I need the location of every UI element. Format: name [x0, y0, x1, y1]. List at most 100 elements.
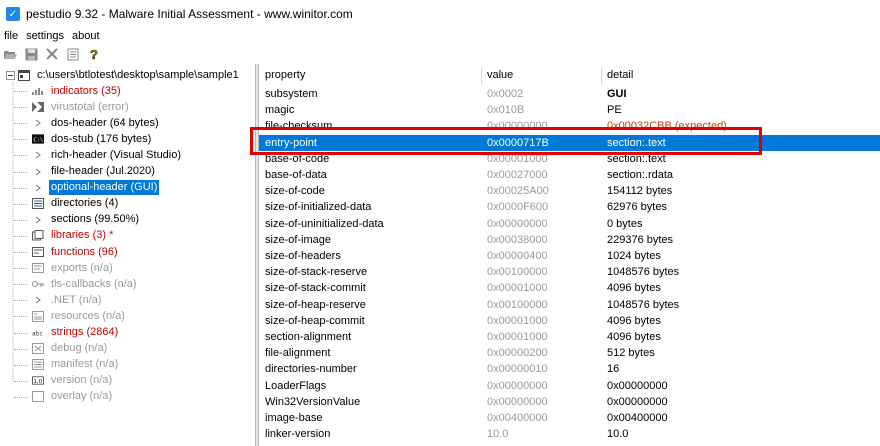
collapse-icon[interactable] — [4, 69, 16, 81]
table-row[interactable]: file-alignment 0x00000200 512 bytes — [259, 345, 880, 361]
title-bar: ✓ pestudio 9.32 - Malware Initial Assess… — [0, 0, 880, 28]
directories-icon — [32, 198, 44, 210]
overlay-icon — [32, 391, 44, 403]
tree-item[interactable]: rich-header (Visual Studio) — [14, 147, 183, 163]
expander-icon[interactable] — [32, 166, 44, 178]
cell-property: LoaderFlags — [265, 379, 327, 392]
svg-text:abc: abc — [32, 330, 43, 336]
tree-item[interactable]: tls-callbacks (n/a) — [14, 276, 139, 292]
tree-item[interactable]: exports (n/a) — [14, 260, 115, 276]
cell-property: size-of-heap-commit — [265, 314, 365, 327]
table-row[interactable]: Win32VersionValue 0x00000000 0x00000000 — [259, 394, 880, 410]
tree-root[interactable]: c:\users\btlotest\desktop\sample\sample1 — [4, 67, 241, 83]
tree-item[interactable]: debug (n/a) — [14, 341, 109, 357]
table-row[interactable]: size-of-stack-commit 0x00001000 4096 bytes — [259, 280, 880, 296]
tree-item[interactable]: abc strings (2864) — [14, 325, 120, 341]
tree-connector — [14, 348, 28, 350]
tree-item[interactable]: libraries (3) * — [14, 228, 115, 244]
table-row[interactable]: size-of-stack-reserve 0x00100000 1048576 b… — [259, 264, 880, 280]
cell-value: 0x00000000 — [487, 379, 548, 392]
cell-value: 0x00100000 — [487, 266, 548, 279]
cell-detail: 229376 bytes — [607, 233, 674, 246]
tree-item[interactable]: optional-header (GUI) — [14, 180, 160, 196]
table-row[interactable]: size-of-headers 0x00000400 1024 bytes — [259, 248, 880, 264]
cell-property: Win32VersionValue — [265, 395, 361, 408]
cell-value: 0x00000010 — [487, 363, 548, 376]
column-header-property[interactable]: property — [265, 64, 305, 86]
cell-property: size-of-initialized-data — [265, 201, 372, 214]
tree-pane: c:\users\btlotest\desktop\sample\sample1… — [0, 64, 256, 446]
tree-item[interactable]: sections (99.50%) — [14, 212, 141, 228]
cell-value: 0x00000200 — [487, 347, 548, 360]
table-row[interactable]: magic 0x010B PE — [259, 102, 880, 118]
list-icon[interactable] — [65, 46, 81, 62]
tree-item[interactable]: virustotal (error) — [14, 99, 131, 115]
cell-detail: 1048576 bytes — [607, 266, 680, 279]
expander-icon[interactable] — [32, 117, 44, 129]
open-folder-icon[interactable] — [2, 46, 18, 62]
expander-icon[interactable] — [32, 149, 44, 161]
tree-connector — [14, 364, 28, 366]
column-header-value[interactable]: value — [487, 64, 513, 86]
tree-connector — [14, 203, 28, 205]
table-row[interactable]: LoaderFlags 0x00000000 0x00000000 — [259, 378, 880, 394]
cell-property: size-of-heap-reserve — [265, 298, 366, 311]
table-row[interactable]: directories-number 0x00000010 16 — [259, 361, 880, 377]
expander-icon[interactable] — [32, 182, 44, 194]
table-row[interactable]: size-of-initialized-data 0x0000F600 62976 … — [259, 199, 880, 215]
tree-item-label: dos-header (64 bytes) — [51, 116, 159, 129]
tree-item[interactable]: manifest (n/a) — [14, 357, 120, 373]
tree-connector — [14, 284, 28, 286]
cell-property: subsystem — [265, 88, 318, 100]
menu-file[interactable]: file — [0, 30, 22, 42]
cell-detail: 62976 bytes — [607, 201, 667, 214]
table-row[interactable]: image-base 0x00400000 0x00400000 — [259, 410, 880, 426]
table-row[interactable]: linker-version 10.0 10.0 — [259, 426, 880, 442]
cell-property: linker-version — [265, 428, 331, 441]
tree-item[interactable]: dos-header (64 bytes) — [14, 115, 161, 131]
column-header-detail[interactable]: detail — [607, 64, 633, 86]
tree-connector — [14, 268, 28, 270]
close-icon[interactable] — [44, 46, 60, 62]
cell-detail: 16 — [607, 363, 620, 376]
table-row[interactable]: size-of-heap-commit 0x00001000 4096 bytes — [259, 313, 880, 329]
tree-item-label: manifest (n/a) — [51, 358, 119, 371]
cell-detail: 10.0 — [607, 428, 629, 441]
column-divider[interactable] — [601, 68, 602, 84]
tree-item[interactable]: indicators (35) — [14, 83, 123, 99]
table-row[interactable]: size-of-code 0x00025A00 154112 bytes — [259, 183, 880, 199]
tree-item-label: optional-header (GUI) — [49, 180, 160, 196]
tree-item[interactable]: functions (96) — [14, 244, 120, 260]
table-row[interactable]: size-of-heap-reserve 0x00100000 1048576 by… — [259, 297, 880, 313]
svg-text:C:\: C:\ — [33, 138, 43, 144]
table-row[interactable]: section-alignment 0x00001000 4096 bytes — [259, 329, 880, 345]
cell-value: 0x00001000 — [487, 331, 548, 343]
tree-item-label: .NET (n/a) — [51, 293, 102, 306]
column-divider[interactable] — [481, 68, 482, 84]
tree-item[interactable]: overlay (n/a) — [14, 389, 114, 405]
tree-connector — [14, 107, 28, 109]
cell-detail: GUI — [607, 88, 627, 100]
save-icon[interactable] — [23, 46, 39, 62]
tree-item[interactable]: resources (n/a) — [14, 308, 127, 324]
tree-connector — [14, 396, 28, 398]
table-row[interactable]: subsystem 0x0002 GUI — [259, 86, 880, 102]
tree-item[interactable]: 1.0 version (n/a) — [14, 373, 114, 389]
expander-icon[interactable] — [32, 214, 44, 226]
tree-item[interactable]: .NET (n/a) — [14, 292, 104, 308]
expander-icon[interactable] — [32, 294, 44, 306]
menu-about[interactable]: about — [68, 30, 104, 42]
libraries-icon — [32, 230, 44, 242]
tree-item[interactable]: C:\ dos-stub (176 bytes) — [14, 131, 153, 147]
table-row[interactable]: size-of-image 0x00038000 229376 bytes — [259, 232, 880, 248]
help-icon[interactable]: ? — [86, 46, 102, 62]
tree-item[interactable]: file-header (Jul.2020) — [14, 164, 157, 180]
tree-connector — [14, 139, 28, 141]
tree-item[interactable]: directories (4) — [14, 196, 120, 212]
menu-settings[interactable]: settings — [22, 30, 68, 42]
table-row[interactable]: base-of-data 0x00027000 section:.rdata — [259, 167, 880, 183]
table-row[interactable]: size-of-uninitialized-data 0x00000000 0 by… — [259, 216, 880, 232]
strings-icon: abc — [32, 327, 44, 339]
cell-value: 0x0002 — [487, 88, 524, 100]
tree-item-label: indicators (35) — [51, 84, 121, 97]
